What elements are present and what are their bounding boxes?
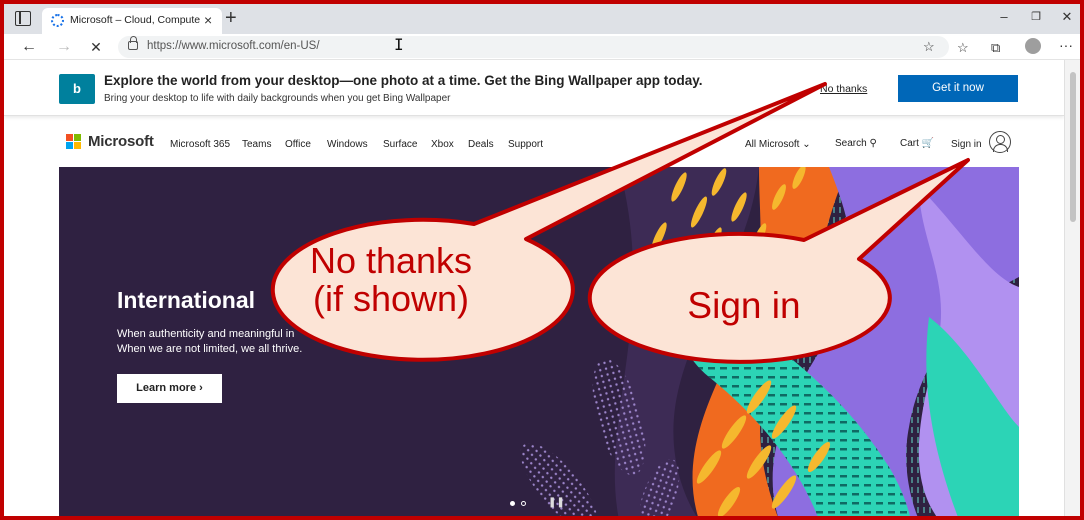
profile-icon[interactable]: [1025, 38, 1041, 54]
address-bar[interactable]: https://www.microsoft.com/en-US/ ☆: [118, 36, 949, 58]
nav-link-teams[interactable]: Teams: [242, 139, 271, 150]
hero-carousel: International When authenticity and mean…: [59, 167, 1019, 516]
nav-link-support[interactable]: Support: [508, 139, 543, 150]
tab-close-icon[interactable]: ×: [204, 12, 212, 28]
hero-body-line-1: When authenticity and meaningful in: [117, 328, 295, 340]
favorite-add-icon[interactable]: ☆: [923, 39, 935, 55]
new-tab-icon[interactable]: +: [225, 7, 237, 29]
more-icon[interactable]: ···: [1059, 37, 1073, 53]
nav-link-windows[interactable]: Windows: [327, 139, 368, 150]
nav-link-surface[interactable]: Surface: [383, 139, 417, 150]
tab-actions-icon[interactable]: [15, 11, 31, 26]
browser-toolbar: ← → ✕ https://www.microsoft.com/en-US/ ☆…: [4, 34, 1080, 60]
nav-link-microsoft-365[interactable]: Microsoft 365: [170, 139, 230, 150]
forward-arrow-icon[interactable]: →: [54, 38, 74, 56]
loading-spinner-icon: [51, 14, 64, 27]
microsoft-wordmark[interactable]: Microsoft: [88, 133, 154, 150]
minimize-icon[interactable]: –: [994, 9, 1014, 25]
lock-icon[interactable]: [128, 36, 138, 50]
nav-link-xbox[interactable]: Xbox: [431, 139, 454, 150]
url-text[interactable]: https://www.microsoft.com/en-US/: [147, 40, 320, 52]
collections-icon[interactable]: ⧉: [991, 40, 1000, 56]
account-icon[interactable]: [989, 131, 1011, 153]
banner-title: Explore the world from your desktop—one …: [104, 73, 703, 88]
window-close-icon[interactable]: ✕: [1057, 9, 1077, 25]
pause-icon[interactable]: ❚❚: [548, 497, 565, 508]
banner-subtitle: Bring your desktop to life with daily ba…: [104, 93, 451, 104]
hero-body-line-2: When we are not limited, we all thrive.: [117, 343, 303, 355]
nav-link-deals[interactable]: Deals: [468, 139, 494, 150]
text-cursor-icon: I: [394, 35, 404, 54]
get-it-now-button[interactable]: Get it now: [898, 75, 1018, 102]
hero-body: When authenticity and meaningful in When…: [117, 327, 302, 357]
restore-icon[interactable]: ❐: [1026, 9, 1046, 25]
no-thanks-callout-text: No thanks (if shown): [266, 242, 516, 318]
screenshot-frame: Microsoft – Cloud, Computers, A × + – ❐ …: [0, 0, 1084, 520]
back-arrow-icon[interactable]: ←: [19, 38, 39, 56]
tab-title: Microsoft – Cloud, Computers, A: [70, 14, 200, 26]
learn-more-button[interactable]: Learn more ›: [117, 374, 222, 403]
sign-in-link[interactable]: Sign in: [951, 139, 982, 150]
sign-in-callout-text: Sign in: [687, 285, 801, 326]
cart-button[interactable]: Cart 🛒: [900, 138, 934, 149]
vertical-scrollbar[interactable]: [1064, 60, 1080, 516]
stop-loading-icon[interactable]: ✕: [86, 38, 106, 56]
bing-logo-icon: b: [59, 74, 95, 104]
favorites-icon[interactable]: ☆: [957, 40, 969, 56]
no-thanks-callout-line-2: (if shown): [312, 277, 470, 319]
hero-heading: International: [117, 287, 256, 313]
carousel-dot-active[interactable]: [510, 501, 515, 506]
nav-link-office[interactable]: Office: [285, 139, 311, 150]
no-thanks-callout-line-1: No thanks: [309, 240, 473, 281]
page-viewport: b Explore the world from your desktop—on…: [4, 60, 1064, 516]
tab-strip: Microsoft – Cloud, Computers, A × + – ❐ …: [4, 4, 1080, 34]
search-button[interactable]: Search ⚲: [835, 138, 877, 149]
bing-wallpaper-banner: b Explore the world from your desktop—on…: [4, 60, 1064, 116]
all-microsoft-menu[interactable]: All Microsoft ⌄: [745, 139, 811, 150]
carousel-dot[interactable]: [521, 501, 526, 506]
microsoft-logo-icon[interactable]: [66, 134, 82, 150]
microsoft-header: Microsoft Microsoft 365 Teams Office Win…: [4, 117, 1064, 167]
scrollbar-thumb[interactable]: [1070, 72, 1076, 222]
no-thanks-link[interactable]: No thanks: [820, 83, 867, 95]
browser-tab[interactable]: Microsoft – Cloud, Computers, A ×: [42, 8, 222, 34]
